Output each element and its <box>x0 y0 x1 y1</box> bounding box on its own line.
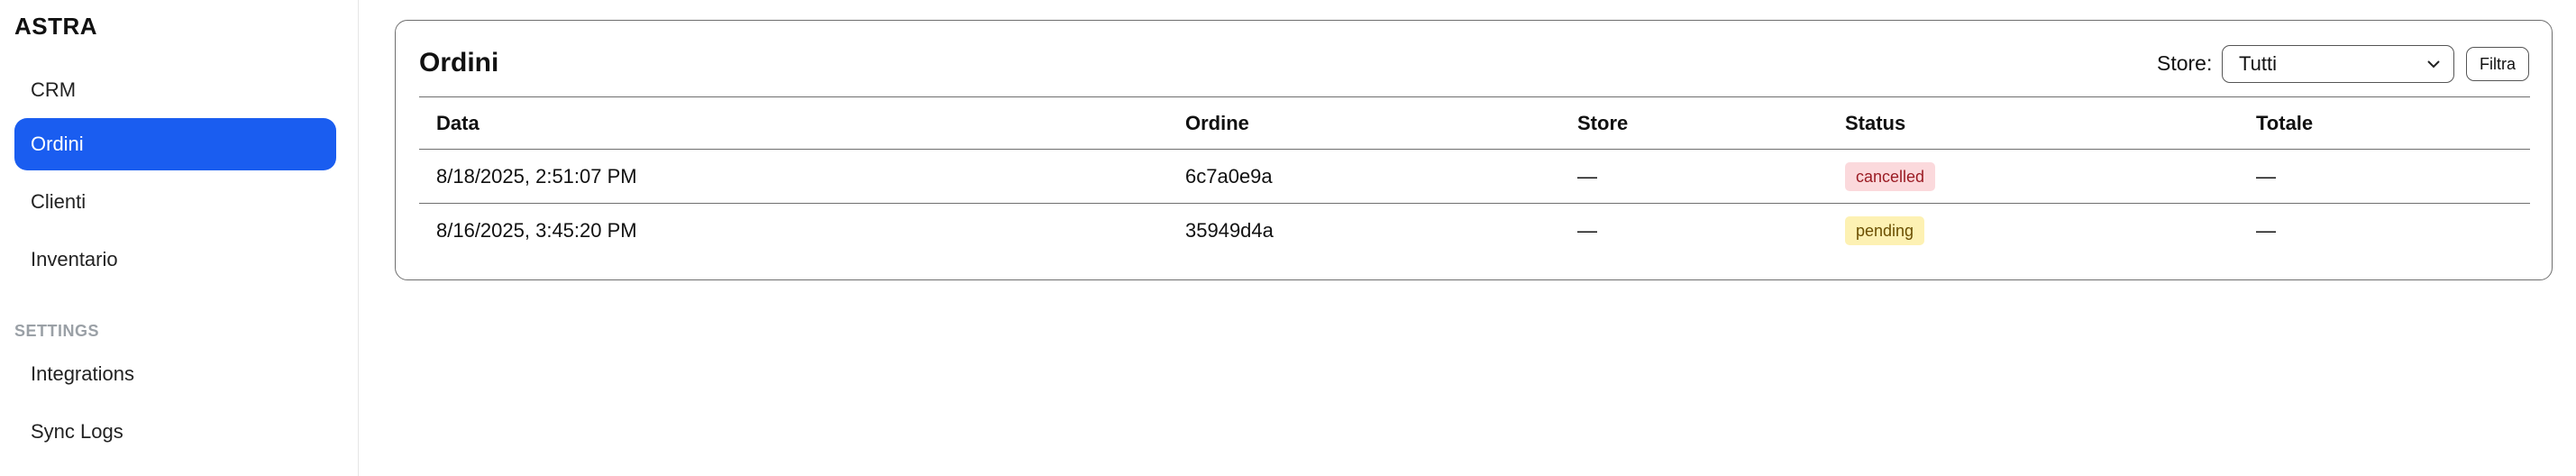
sidebar-item-label: Integrations <box>31 362 134 385</box>
chevron-down-icon <box>2427 60 2440 69</box>
column-header-totale[interactable]: Totale <box>2256 97 2313 149</box>
sidebar-item-inventario[interactable]: Inventario <box>14 233 336 286</box>
column-header-status[interactable]: Status <box>1845 97 1905 149</box>
sidebar-item-clienti[interactable]: Clienti <box>14 176 336 228</box>
cell-data: 8/18/2025, 2:51:07 PM <box>436 164 637 188</box>
cell-ordine[interactable]: 35949d4a <box>1185 204 1274 257</box>
status-badge: cancelled <box>1845 161 1936 191</box>
orders-table: Data Ordine Store Status Totale 8/18/202… <box>419 96 2530 257</box>
page-title: Ordini <box>419 48 499 78</box>
cell-store: — <box>1577 218 1597 242</box>
sidebar-item-integrations[interactable]: Integrations <box>14 348 336 400</box>
sidebar-item-label: Ordini <box>31 133 84 155</box>
sidebar-item-ordini[interactable]: Ordini <box>14 118 336 170</box>
sidebar-item-label: CRM <box>31 78 77 101</box>
table-row[interactable]: 8/16/2025, 3:45:20 PM 35949d4a — pending… <box>419 203 2530 257</box>
store-select-value: Tutti <box>2239 52 2277 75</box>
cell-totale: — <box>2256 164 2276 188</box>
sidebar-item-crm[interactable]: CRM <box>14 64 336 116</box>
column-header-ordine[interactable]: Ordine <box>1185 97 1249 149</box>
store-select[interactable]: Tutti <box>2222 45 2454 83</box>
store-filter-label: Store: <box>2157 51 2213 75</box>
app-root: ASTRA CRM Ordini Clienti Inventario SETT… <box>0 0 2576 476</box>
column-header-data[interactable]: Data <box>436 97 480 149</box>
sidebar-item-label: Inventario <box>31 248 118 270</box>
cell-ordine[interactable]: 6c7a0e9a <box>1185 150 1273 203</box>
table-row[interactable]: 8/18/2025, 2:51:07 PM 6c7a0e9a — cancell… <box>419 149 2530 203</box>
table-header-row: Data Ordine Store Status Totale <box>419 96 2530 149</box>
sidebar-item-label: Clienti <box>31 190 87 213</box>
cell-status: pending <box>1845 204 1925 257</box>
settings-section-label: SETTINGS <box>14 322 100 340</box>
status-badge: pending <box>1845 215 1925 245</box>
cell-store: — <box>1577 164 1597 188</box>
cell-totale: — <box>2256 218 2276 242</box>
filter-button[interactable]: Filtra <box>2466 47 2529 81</box>
sidebar: ASTRA CRM Ordini Clienti Inventario SETT… <box>0 0 359 476</box>
sidebar-item-label: Sync Logs <box>31 420 123 443</box>
column-header-store[interactable]: Store <box>1577 97 1628 149</box>
orders-card: Ordini Store: Tutti Filtra Data Ordine S… <box>395 20 2553 280</box>
cell-data: 8/16/2025, 3:45:20 PM <box>436 218 637 242</box>
sidebar-item-sync-logs[interactable]: Sync Logs <box>14 406 336 458</box>
cell-status: cancelled <box>1845 150 1936 203</box>
brand-logo: ASTRA <box>14 13 98 40</box>
